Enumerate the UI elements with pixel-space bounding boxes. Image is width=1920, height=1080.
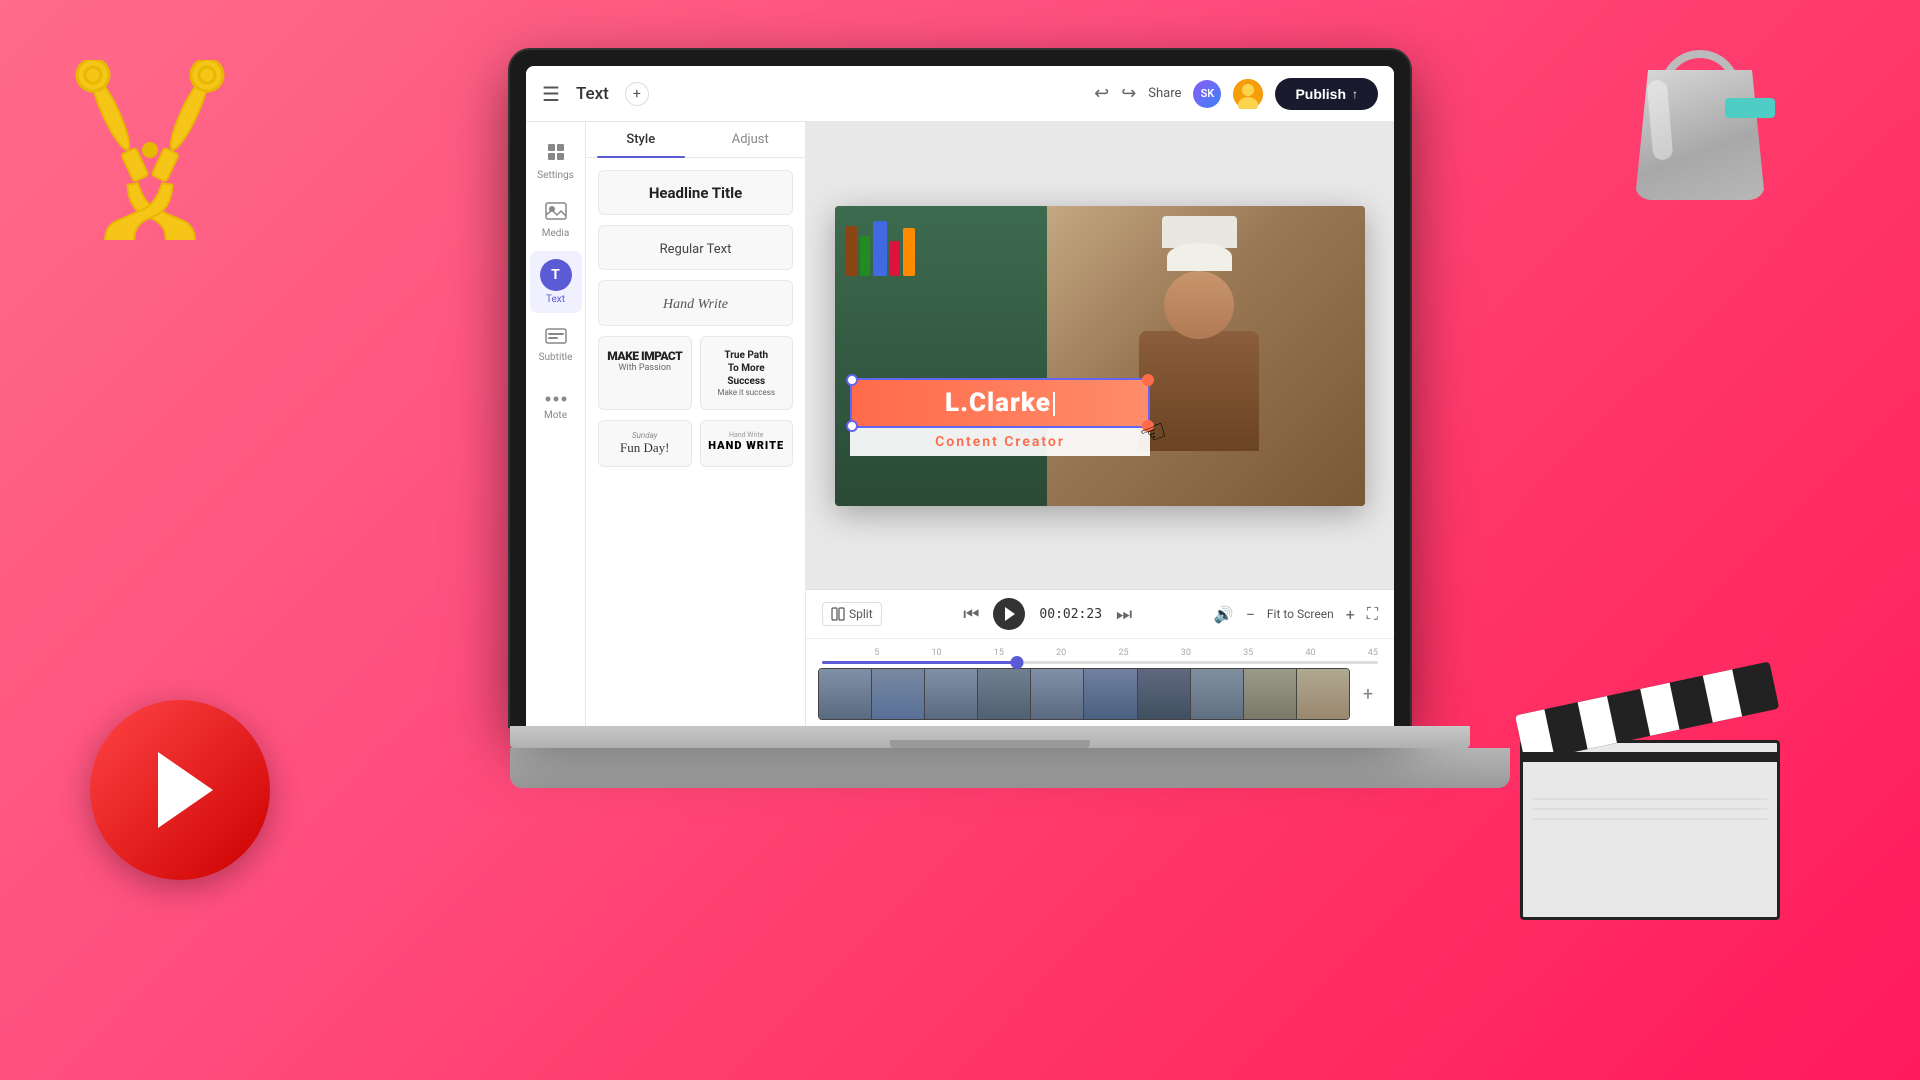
tab-adjust[interactable]: Adjust [696,122,806,157]
text-style-headline[interactable]: Headline Title [598,170,793,215]
redo-button[interactable]: ↪ [1121,83,1136,104]
laptop-container: ☰ Text + ↩ ↪ Share SK [410,50,1510,1000]
text-panel: Style Adjust Headline Title Regular Text [586,122,806,726]
video-preview: L.Clarke Content Creator [835,206,1365,506]
undo-button[interactable]: ↩ [1094,83,1109,104]
publish-arrow-icon: ↑ [1352,87,1358,101]
fullscreen-button[interactable]: ⛶ [1367,604,1378,624]
sidebar-settings-label: Settings [537,170,574,181]
split-button[interactable]: Split [822,602,882,626]
youtube-decoration [90,700,290,900]
sidebar-subtitle-label: Subtitle [539,352,573,363]
sidebar-text-label: Text [546,294,565,305]
sidebar-item-more[interactable]: Mote [530,375,582,429]
publish-button[interactable]: Publish ↑ [1275,78,1378,110]
text-style-truepath[interactable]: True PathTo More Success Make it success [700,336,794,410]
zoom-out-button[interactable]: − [1246,605,1255,624]
avatar-sk: SK [1193,80,1221,108]
name-overlay-text: L.Clarke [852,380,1148,426]
scissors-decoration [60,60,240,240]
text-style-regular[interactable]: Regular Text [598,225,793,270]
sidebar-item-subtitle[interactable]: Subtitle [530,317,582,371]
add-clip-button[interactable]: + [1354,668,1382,720]
fit-screen-button[interactable]: Fit to Screen [1267,607,1334,621]
tab-style[interactable]: Style [586,122,696,157]
sidebar-media-label: Media [542,228,570,239]
zoom-in-button[interactable]: + [1346,605,1355,624]
sidebar-item-text[interactable]: T Text [530,251,582,313]
add-button[interactable]: + [625,82,649,106]
seekbar[interactable] [822,661,1378,664]
play-button[interactable] [993,598,1025,630]
sidebar: Settings Media [526,122,586,726]
volume-icon[interactable]: 🔊 [1214,605,1234,624]
time-display: 00:02:23 [1039,607,1102,622]
role-overlay-text: Content Creator [850,428,1150,456]
text-style-handwrite[interactable]: Hand Write [598,280,793,326]
share-button[interactable]: Share [1148,86,1181,101]
text-style-impact[interactable]: MAKE IMPACT With Passion [598,336,692,410]
sidebar-more-label: Mote [544,410,567,421]
preview-area: L.Clarke Content Creator [806,122,1394,726]
sidebar-item-media[interactable]: Media [530,193,582,247]
skip-back-button[interactable]: ⏮ [963,604,979,625]
clapboard-decoration [1520,700,1870,1000]
skip-forward-button[interactable]: ⏭ [1116,604,1132,625]
top-bar: ☰ Text + ↩ ↪ Share SK [526,66,1394,122]
sidebar-item-settings[interactable]: Settings [530,134,582,189]
menu-icon[interactable]: ☰ [542,82,560,106]
bucket-decoration [1620,40,1820,260]
text-style-sunday[interactable]: Sunday Fun Day! [598,420,692,467]
page-title: Text [576,84,609,104]
text-style-handwrite2[interactable]: Hand Write HAND WRITE [700,420,794,467]
avatar-user [1233,79,1263,109]
text-overlay[interactable]: L.Clarke Content Creator [850,378,1150,456]
